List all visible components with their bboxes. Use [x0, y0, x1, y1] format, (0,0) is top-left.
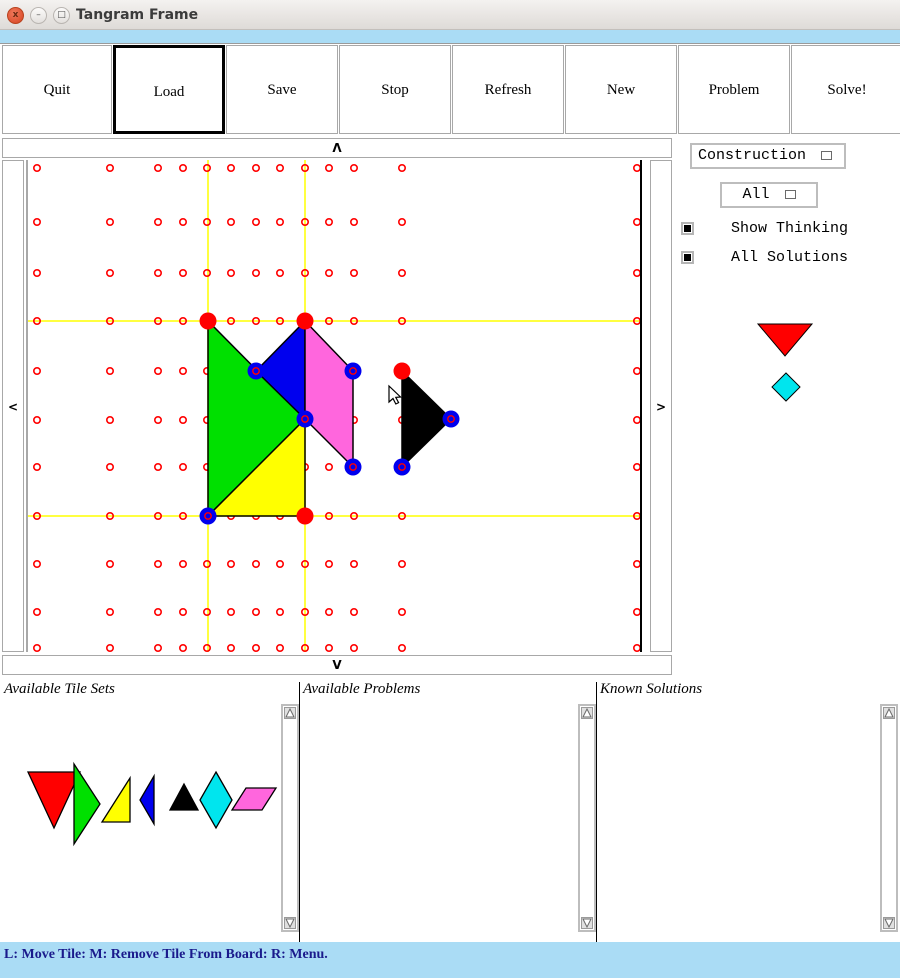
checkbox-all-solutions-label: All Solutions [731, 249, 849, 266]
yellow-right-triangle-tile-shape[interactable] [100, 775, 131, 823]
board-canvas[interactable] [26, 160, 642, 652]
divider-problems-solutions [596, 682, 597, 942]
window-title-bar: x – □ Tangram Frame [0, 0, 900, 30]
tile-vertex-handle[interactable] [247, 362, 265, 380]
checkbox-all-solutions[interactable]: All Solutions [681, 249, 848, 271]
tile-vertex-handle[interactable] [393, 362, 411, 380]
red-triangle-preview[interactable] [756, 323, 814, 357]
tile-vertex-handle[interactable] [296, 507, 314, 525]
black-small-triangle-tile[interactable] [168, 782, 200, 811]
red-down-triangle-tile-shape[interactable] [26, 771, 82, 830]
side-panel: Construction All Show Thinking All Solut… [676, 138, 900, 675]
divider-tilesets-problems [299, 682, 300, 942]
filter-dropdown[interactable]: All [720, 182, 818, 208]
toolbar-button-new[interactable]: New [565, 45, 677, 134]
toolbar: Quit Load Save Stop Refresh New Problem Solve! [0, 45, 900, 136]
tile-vertex-handle[interactable] [199, 312, 217, 330]
scroll-down-icon[interactable] [581, 917, 593, 929]
tile-vertex-handle[interactable] [344, 362, 362, 380]
scroll-up-icon[interactable] [581, 707, 593, 719]
tile-palette[interactable] [4, 726, 294, 876]
chevron-down-icon [821, 150, 833, 160]
lower-section: Available Tile Sets Available Problems K… [0, 676, 900, 942]
toolbar-button-stop[interactable]: Stop [339, 45, 451, 134]
scroll-up-icon[interactable] [883, 707, 895, 719]
accent-strip [0, 30, 900, 44]
window-title: Tangram Frame [76, 7, 199, 23]
yellow-right-triangle-tile[interactable] [100, 775, 131, 823]
toolbar-button-load[interactable]: Load [113, 45, 225, 134]
cyan-diamond-preview[interactable] [771, 372, 801, 402]
toolbar-button-problem[interactable]: Problem [678, 45, 790, 134]
checkbox-icon[interactable] [681, 222, 694, 235]
blue-narrow-triangle-tile-shape[interactable] [139, 773, 155, 827]
tile-vertex-handle[interactable] [344, 458, 362, 476]
cyan-diamond-tile[interactable] [199, 770, 233, 830]
chevron-down-icon [784, 189, 796, 199]
problems-scrollbar[interactable] [578, 704, 596, 932]
green-right-triangle-tile-shape[interactable] [73, 761, 101, 847]
tile-preview-svg [756, 323, 814, 402]
tile-preview-area [676, 298, 900, 408]
black-small-triangle-tile-shape[interactable] [168, 782, 200, 811]
tile-vertex-handle[interactable] [199, 507, 217, 525]
scroll-up-icon[interactable] [284, 707, 296, 719]
maximize-icon[interactable]: □ [53, 7, 70, 24]
known-solutions-title: Known Solutions [600, 681, 703, 697]
board-scroll-up[interactable]: Λ [2, 138, 672, 158]
tangram-board[interactable] [26, 160, 642, 652]
toolbar-button-save[interactable]: Save [226, 45, 338, 134]
solutions-scrollbar[interactable] [880, 704, 898, 932]
filter-dropdown-value: All [742, 186, 770, 203]
green-right-triangle-tile[interactable] [73, 761, 101, 847]
status-bar-text: L: Move Tile: M: Remove Tile From Board:… [4, 947, 328, 962]
tilesets-scrollbar[interactable] [281, 704, 299, 932]
close-icon[interactable]: x [7, 7, 24, 24]
tile-vertex-handle[interactable] [442, 410, 460, 428]
status-bar: L: Move Tile: M: Remove Tile From Board:… [0, 942, 900, 978]
blue-narrow-triangle-tile[interactable] [139, 773, 155, 827]
toolbar-button-solve[interactable]: Solve! [791, 45, 900, 134]
cyan-diamond-tile-shape[interactable] [199, 770, 233, 830]
construction-dropdown[interactable]: Construction [690, 143, 846, 169]
toolbar-button-refresh[interactable]: Refresh [452, 45, 564, 134]
magenta-parallelogram-tile[interactable] [230, 787, 278, 811]
construction-dropdown-value: Construction [698, 147, 807, 164]
red-down-triangle-tile[interactable] [26, 771, 82, 830]
board-scroll-right[interactable]: > [650, 160, 672, 652]
magenta-parallelogram-tile-shape[interactable] [230, 787, 278, 811]
available-tile-sets-title: Available Tile Sets [4, 681, 115, 697]
checkbox-icon[interactable] [681, 251, 694, 264]
checkbox-show-thinking[interactable]: Show Thinking [681, 220, 848, 242]
scroll-down-icon[interactable] [284, 917, 296, 929]
checkbox-show-thinking-label: Show Thinking [731, 220, 849, 237]
minimize-icon[interactable]: – [30, 7, 47, 24]
board-scroll-down[interactable]: V [2, 655, 672, 675]
available-problems-title: Available Problems [303, 681, 421, 697]
toolbar-button-quit[interactable]: Quit [2, 45, 112, 134]
tile-vertex-handle[interactable] [296, 312, 314, 330]
tile-vertex-handle[interactable] [393, 458, 411, 476]
scroll-down-icon[interactable] [883, 917, 895, 929]
tile-vertex-handle[interactable] [296, 410, 314, 428]
board-scroll-left[interactable]: < [2, 160, 24, 652]
